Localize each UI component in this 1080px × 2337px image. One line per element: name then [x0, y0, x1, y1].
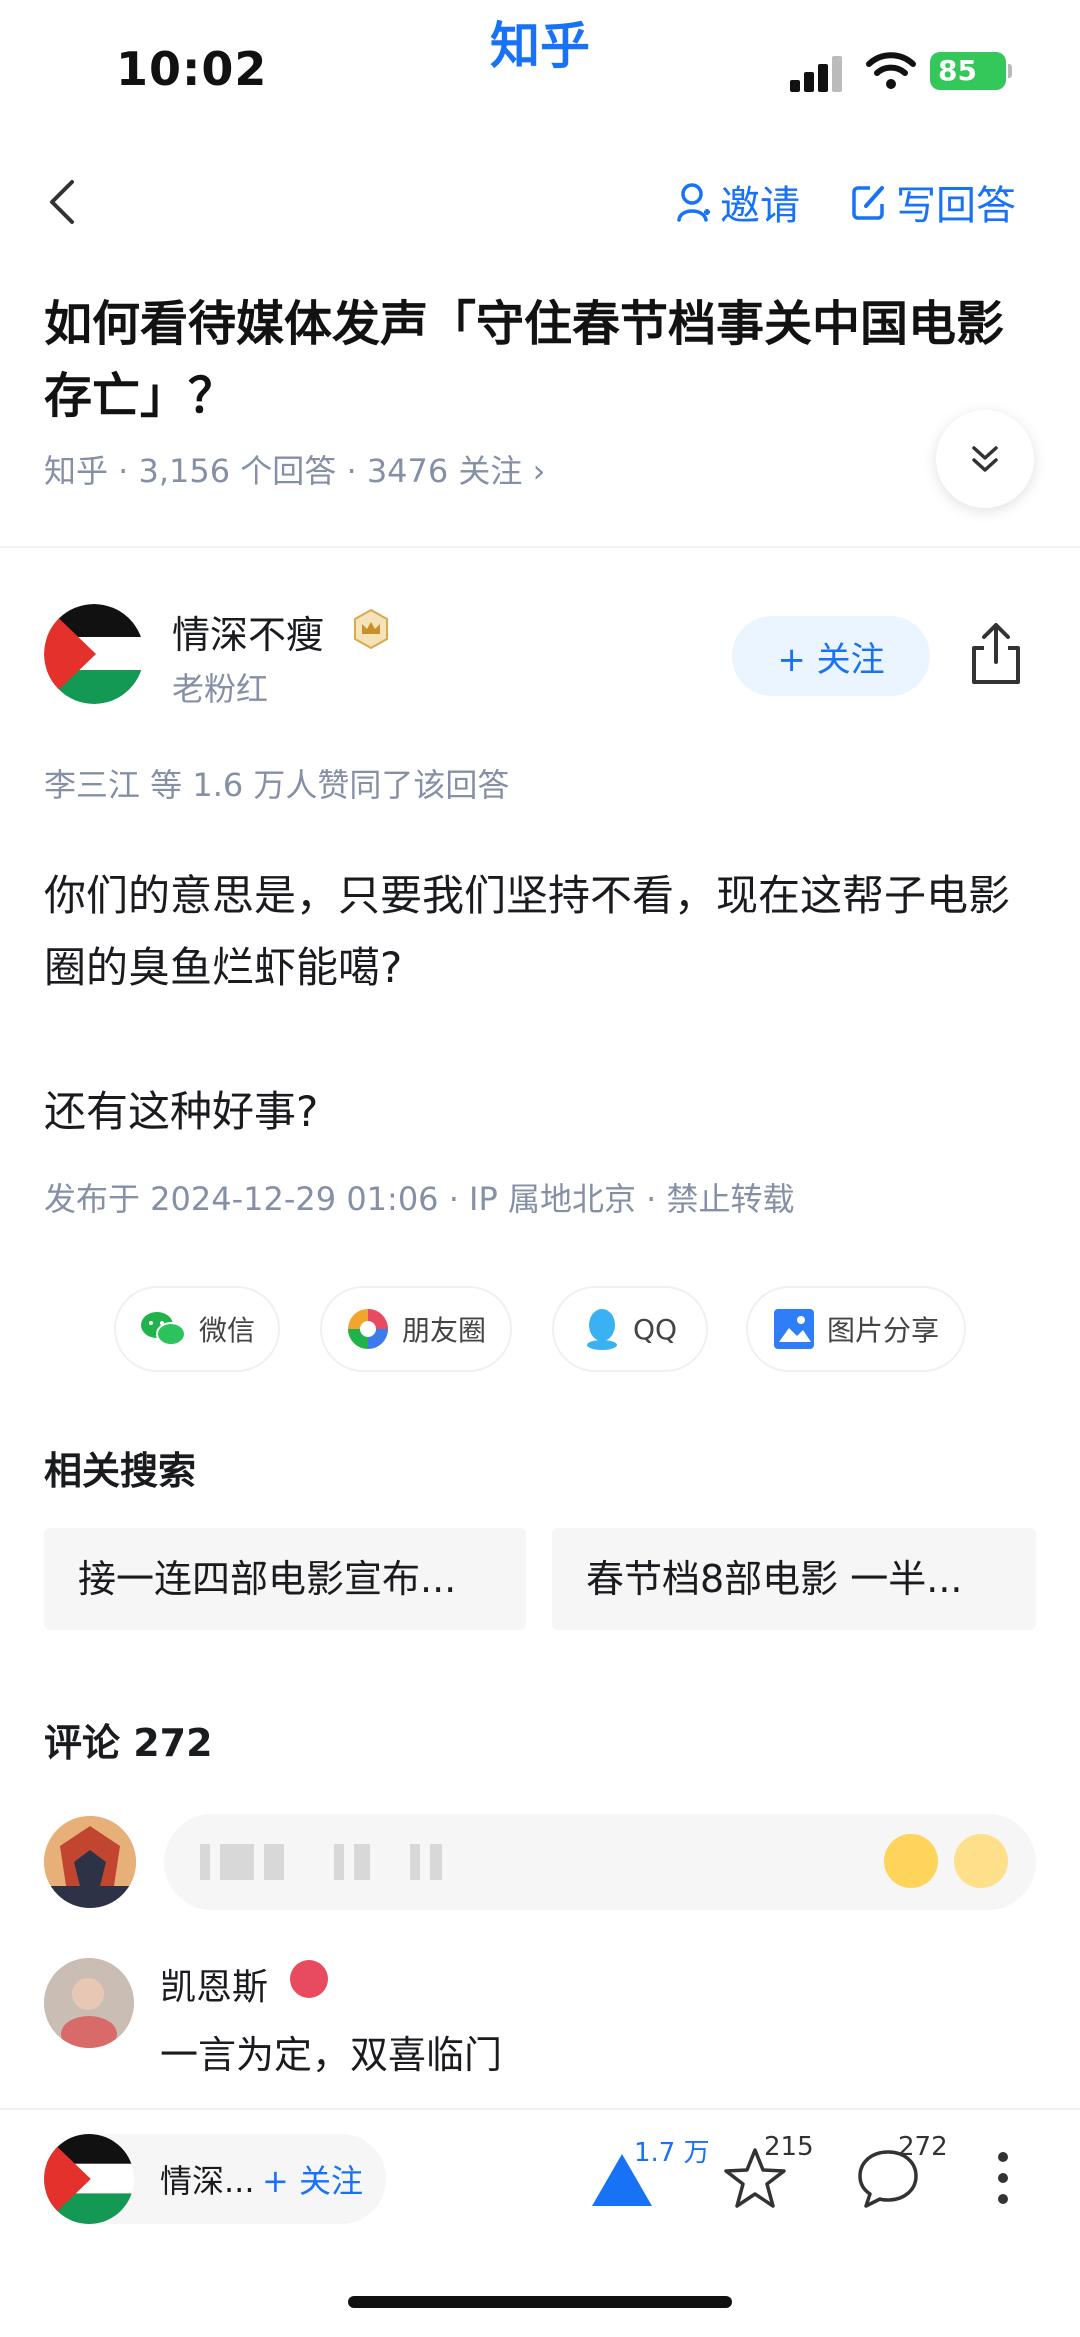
comment-input[interactable]: [164, 1814, 1036, 1910]
invite-button[interactable]: 邀请: [676, 176, 800, 229]
share-moments-button[interactable]: 朋友圈: [320, 1286, 512, 1372]
double-chevron-down-icon: [972, 446, 998, 472]
write-answer-label: 写回答: [896, 183, 1016, 229]
bottom-follow-button[interactable]: + 关注: [262, 2156, 363, 2202]
comment-text: 一言为定，双喜临门: [160, 2033, 503, 2077]
thumb-badge-icon: [290, 1960, 328, 1998]
answer-paragraph: 你们的意思是，只要我们坚持不看，现在这帮子电影圈的臭鱼烂虾能噶?: [44, 871, 1011, 992]
qq-icon: [586, 1309, 617, 1350]
bottom-author-name[interactable]: 情深...: [160, 2156, 255, 2202]
person-icon: [677, 183, 710, 222]
comments-title: 评论 272: [44, 1721, 213, 1765]
commenter-name[interactable]: 凯恩斯: [160, 1958, 268, 2010]
edit-icon: [852, 186, 884, 220]
question-meta[interactable]: 知乎 · 3,156 个回答 · 3476 关注 ›: [44, 446, 545, 492]
wechat-icon: [140, 1312, 186, 1346]
battery-level: 85: [938, 54, 977, 87]
follow-button[interactable]: + 关注: [732, 616, 930, 696]
collapse-button[interactable]: [936, 410, 1034, 508]
divider: [0, 546, 1080, 548]
crown-badge-icon: [354, 608, 388, 650]
share-wechat-button[interactable]: 微信: [114, 1286, 280, 1372]
emoji-agree-button[interactable]: [954, 1834, 1008, 1888]
battery-indicator: 85: [930, 52, 1012, 90]
author-bio: 老粉红: [172, 670, 269, 708]
status-time: 10:02: [116, 42, 268, 96]
publish-info: 发布于 2024-12-29 01:06 · IP 属地北京 · 禁止转载: [44, 1180, 795, 1218]
bottom-action-bar: 情深... + 关注 1.7 万 215 272: [0, 2108, 1080, 2337]
bottom-author-pill[interactable]: 情深... + 关注: [44, 2134, 386, 2224]
share-qq-label: QQ: [632, 1312, 678, 1346]
share-moments-label: 朋友圈: [401, 1314, 486, 1347]
upvoters-text[interactable]: 李三江 等 1.6 万人赞同了该回答: [44, 760, 509, 806]
related-search-title: 相关搜索: [44, 1449, 197, 1493]
cellular-signal-icon: [790, 56, 844, 92]
home-indicator: [348, 2296, 732, 2308]
moments-icon: [347, 1309, 388, 1349]
user-avatar: [44, 1816, 136, 1908]
related-search-item[interactable]: 春节档8部电影 一半...: [552, 1528, 1036, 1630]
commenter-avatar[interactable]: [44, 1958, 134, 2048]
more-icon[interactable]: [996, 2150, 1010, 2206]
favorite-count: 215: [764, 2132, 814, 2162]
share-icon[interactable]: [966, 620, 1026, 688]
related-search-item[interactable]: 接一连四部电影宣布...: [44, 1528, 526, 1630]
author-name[interactable]: 情深不瘦: [172, 604, 324, 659]
answer-paragraph: 还有这种好事?: [44, 1087, 319, 1136]
share-wechat-label: 微信: [198, 1314, 255, 1347]
comment-placeholder-redacted: [200, 1844, 442, 1880]
share-qq-button[interactable]: QQ: [552, 1286, 708, 1372]
write-answer-button[interactable]: 写回答: [850, 176, 1016, 229]
author-avatar[interactable]: [44, 604, 144, 704]
invite-label: 邀请: [720, 183, 800, 229]
back-arrow-icon[interactable]: [44, 176, 80, 228]
wifi-icon: [866, 52, 916, 89]
comment-count: 272: [898, 2132, 948, 2162]
share-image-button[interactable]: 图片分享: [746, 1286, 966, 1372]
question-title[interactable]: 如何看待媒体发声「守住春节档事关中国电影存亡」？: [44, 288, 1024, 432]
image-icon: [773, 1309, 814, 1349]
bottom-author-avatar[interactable]: [44, 2134, 134, 2224]
share-image-label: 图片分享: [826, 1314, 939, 1347]
emoji-thanks-button[interactable]: [884, 1834, 938, 1888]
upvote-count: 1.7 万: [634, 2138, 710, 2168]
